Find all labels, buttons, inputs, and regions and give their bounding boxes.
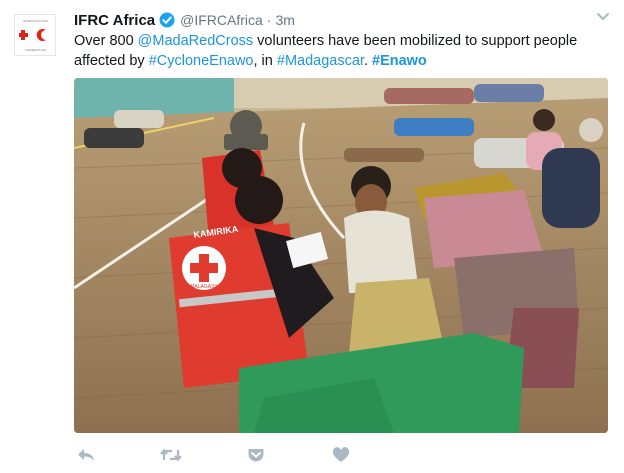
verified-badge-icon <box>159 12 175 28</box>
photo-illustration: MALAGASY KAMIRIKA <box>74 78 608 433</box>
avatar-top-text: INTERNATIONAL <box>22 19 50 23</box>
tweet-text: Over 800 @MadaRedCross volunteers have b… <box>74 31 614 71</box>
hashtag-link[interactable]: #Enawo <box>372 53 427 69</box>
account-handle[interactable]: @IFRCAfrica <box>180 12 263 28</box>
reply-icon <box>78 449 94 461</box>
account-name[interactable]: IFRC Africa <box>74 12 155 29</box>
avatar-bottom-text: FEDERATION <box>25 48 47 52</box>
heart-icon <box>332 447 350 462</box>
mention-link[interactable]: @MadaRedCross <box>138 33 253 49</box>
tweet-actions <box>74 444 434 466</box>
avatar[interactable]: INTERNATIONAL FEDERATION <box>14 14 56 56</box>
chevron-down-icon[interactable] <box>596 12 610 22</box>
ifrc-logo-icon <box>19 29 46 41</box>
tweet-header: IFRC Africa @IFRCAfrica · 3m <box>74 10 295 30</box>
tweet-text-part: . <box>363 53 372 69</box>
pocket-button[interactable] <box>244 444 268 466</box>
tweet-photo[interactable]: MALAGASY KAMIRIKA <box>74 78 608 433</box>
tweet-card: INTERNATIONAL FEDERATION IFRC Africa @IF… <box>0 0 624 473</box>
retweet-button[interactable] <box>159 444 183 466</box>
tweet-timestamp[interactable]: 3m <box>275 12 294 28</box>
retweet-icon <box>160 448 182 462</box>
hashtag-link[interactable]: #CycloneEnawo <box>149 53 254 69</box>
vest-badge-text: MALAGASY <box>190 284 218 290</box>
pocket-icon <box>248 449 264 462</box>
tweet-text-part: , in <box>253 53 277 69</box>
tweet-text-part: Over 800 <box>74 33 138 49</box>
reply-button[interactable] <box>74 444 98 466</box>
hashtag-link[interactable]: #Madagascar <box>277 53 364 69</box>
header-separator: · <box>266 12 272 28</box>
like-button[interactable] <box>329 444 353 466</box>
